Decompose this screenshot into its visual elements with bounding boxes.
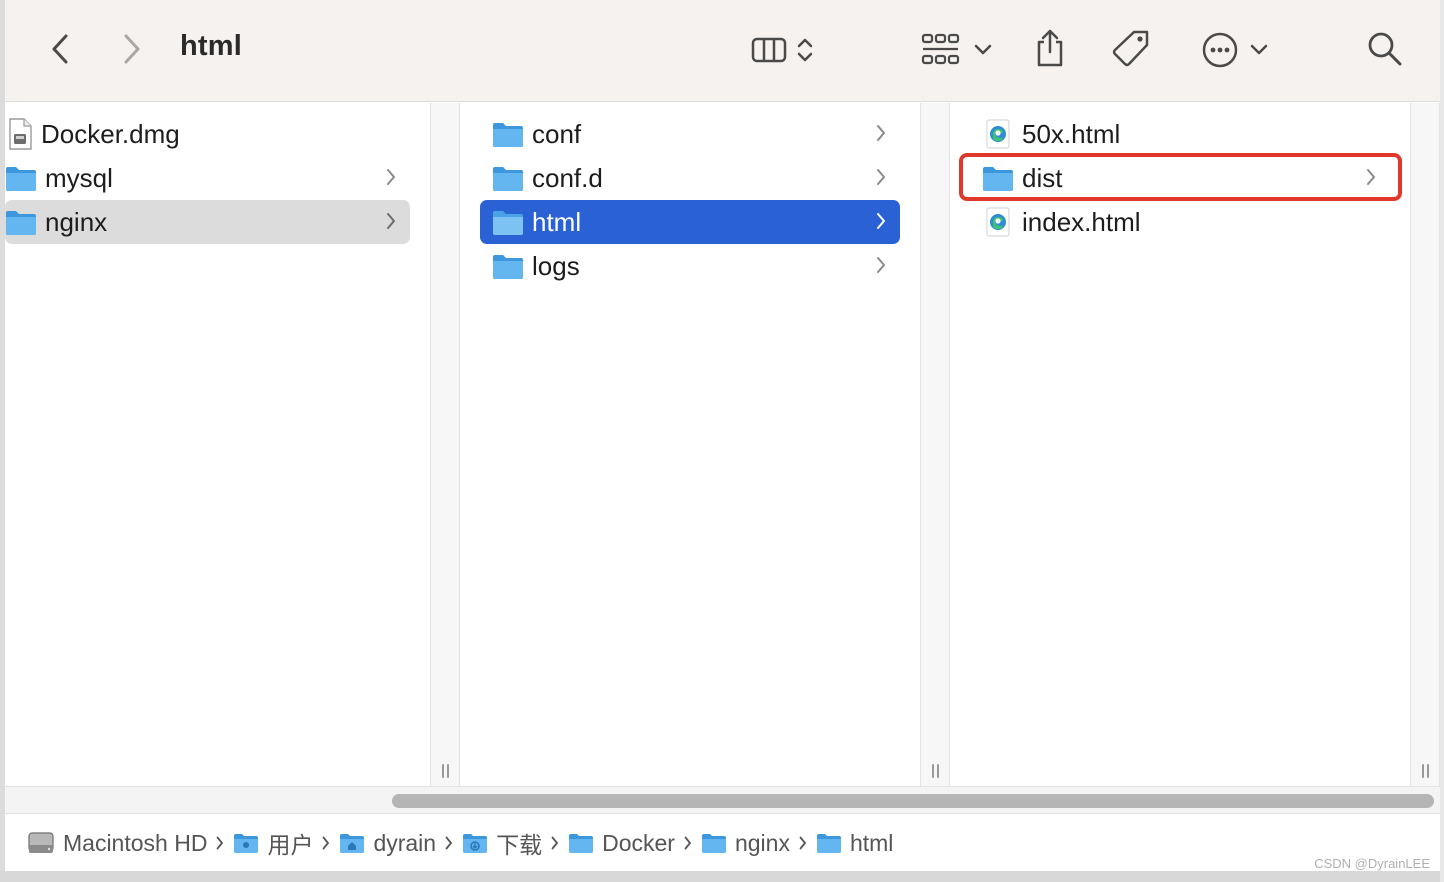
search-icon — [1368, 32, 1402, 66]
chevron-right-icon — [877, 169, 885, 185]
breadcrumb-downloads[interactable]: 下载 — [462, 826, 542, 860]
column-resize-handle[interactable] — [430, 103, 460, 786]
breadcrumb-label: 下载 — [496, 832, 543, 858]
hard-drive-icon — [28, 832, 54, 853]
chevron-right-icon — [877, 125, 885, 141]
breadcrumb-label: html — [849, 829, 894, 856]
column-resize-handle[interactable] — [920, 103, 950, 786]
chevron-left-icon — [52, 34, 68, 64]
finder-window: html Docker.dmg mysql nginx conf conf.d … — [0, 0, 1444, 882]
watermark: CSDN @DyrainLEE — [1314, 856, 1430, 871]
window-title: html — [180, 30, 243, 62]
scrollbar-thumb[interactable] — [392, 794, 1434, 808]
chevron-right-icon — [799, 836, 807, 850]
list-item-label: nginx — [45, 206, 108, 237]
forward-button[interactable] — [117, 30, 147, 68]
folder-icon — [493, 255, 523, 279]
home-folder-icon — [340, 834, 365, 853]
tag-button[interactable] — [1108, 26, 1154, 72]
list-item-label: index.html — [1022, 206, 1141, 237]
breadcrumb-label: 用户 — [267, 832, 314, 858]
column-view-icon — [751, 37, 787, 63]
breadcrumb-users[interactable]: 用户 — [233, 826, 313, 860]
more-actions-button[interactable] — [1195, 28, 1275, 72]
list-item-html[interactable]: html — [480, 200, 900, 244]
chevron-right-icon — [684, 836, 692, 850]
breadcrumb-docker[interactable]: Docker — [568, 830, 675, 857]
folder-icon — [569, 834, 594, 853]
list-item-conf-d[interactable]: conf.d — [480, 156, 900, 200]
chevron-right-icon — [322, 836, 330, 850]
breadcrumb-label: nginx — [734, 829, 790, 856]
users-folder-icon — [234, 834, 259, 853]
column-3[interactable]: 50x.html dist index.html — [950, 103, 1410, 786]
view-mode-button[interactable] — [743, 30, 823, 70]
list-item-label: conf.d — [532, 162, 603, 193]
chevron-right-icon — [387, 213, 395, 229]
tag-icon — [1112, 30, 1149, 67]
window-edge — [1440, 0, 1444, 882]
folder-icon — [493, 123, 523, 147]
breadcrumb-label: Macintosh HD — [63, 829, 208, 856]
list-item-label: logs — [532, 250, 580, 281]
chevron-down-icon — [974, 44, 992, 55]
folder-icon — [493, 211, 523, 235]
column-1[interactable]: Docker.dmg mysql nginx — [5, 103, 430, 786]
edge-html-file-icon — [986, 119, 1010, 149]
column-2[interactable]: conf conf.d html logs — [460, 103, 920, 786]
list-item-label: conf — [532, 118, 582, 149]
list-item-50x-html[interactable]: 50x.html — [970, 112, 1390, 156]
chevron-right-icon — [445, 836, 453, 850]
list-item-label: html — [532, 206, 582, 237]
downloads-folder-icon — [463, 834, 488, 853]
resize-grip-icon — [1421, 764, 1431, 778]
list-item-conf[interactable]: conf — [480, 112, 900, 156]
chevron-right-icon — [216, 836, 224, 850]
breadcrumb-macintosh-hd[interactable]: Macintosh HD — [27, 830, 207, 857]
group-button[interactable] — [917, 28, 997, 72]
chevron-right-icon — [877, 257, 885, 273]
annotation-highlight — [959, 153, 1402, 201]
resize-grip-icon — [931, 764, 941, 778]
list-item-logs[interactable]: logs — [480, 244, 900, 288]
chevron-right-icon — [124, 34, 140, 64]
folder-icon — [701, 834, 726, 853]
list-item-docker-dmg[interactable]: Docker.dmg — [5, 112, 410, 156]
edge-html-file-icon — [986, 207, 1010, 237]
horizontal-scrollbar[interactable] — [5, 786, 1440, 814]
breadcrumb-label: Docker — [602, 829, 675, 856]
share-icon — [1037, 29, 1063, 67]
breadcrumb-html[interactable]: html — [816, 830, 893, 857]
window-bottom-edge — [0, 871, 1444, 882]
chevron-right-icon — [877, 213, 885, 229]
chevron-right-icon — [387, 169, 395, 185]
list-item-nginx[interactable]: nginx — [5, 200, 410, 244]
icon-grid-icon — [921, 33, 960, 65]
column-resize-handle[interactable] — [1410, 103, 1440, 786]
ellipsis-circle-icon — [1202, 32, 1238, 68]
list-item-label: mysql — [45, 162, 113, 193]
chevron-updown-icon — [797, 38, 813, 62]
folder-icon — [6, 167, 36, 191]
list-item-label: 50x.html — [1022, 118, 1121, 149]
toolbar: html — [5, 0, 1440, 102]
breadcrumb-nginx[interactable]: nginx — [701, 830, 790, 857]
search-button[interactable] — [1365, 28, 1405, 70]
list-item-label: Docker.dmg — [41, 118, 180, 149]
list-item-index-html[interactable]: index.html — [970, 200, 1390, 244]
back-button[interactable] — [45, 30, 75, 68]
path-bar: Macintosh HD 用户 dyrain 下载 Docker nginx h… — [5, 815, 1440, 871]
disk-image-icon — [9, 118, 32, 150]
list-item-mysql[interactable]: mysql — [5, 156, 410, 200]
folder-icon — [816, 834, 841, 853]
resize-grip-icon — [441, 764, 451, 778]
chevron-right-icon — [551, 836, 559, 850]
breadcrumb-label: dyrain — [373, 829, 437, 856]
folder-icon — [493, 167, 523, 191]
share-button[interactable] — [1030, 26, 1070, 70]
folder-icon — [6, 211, 36, 235]
chevron-down-icon — [1250, 44, 1268, 55]
breadcrumb-dyrain[interactable]: dyrain — [339, 830, 436, 857]
